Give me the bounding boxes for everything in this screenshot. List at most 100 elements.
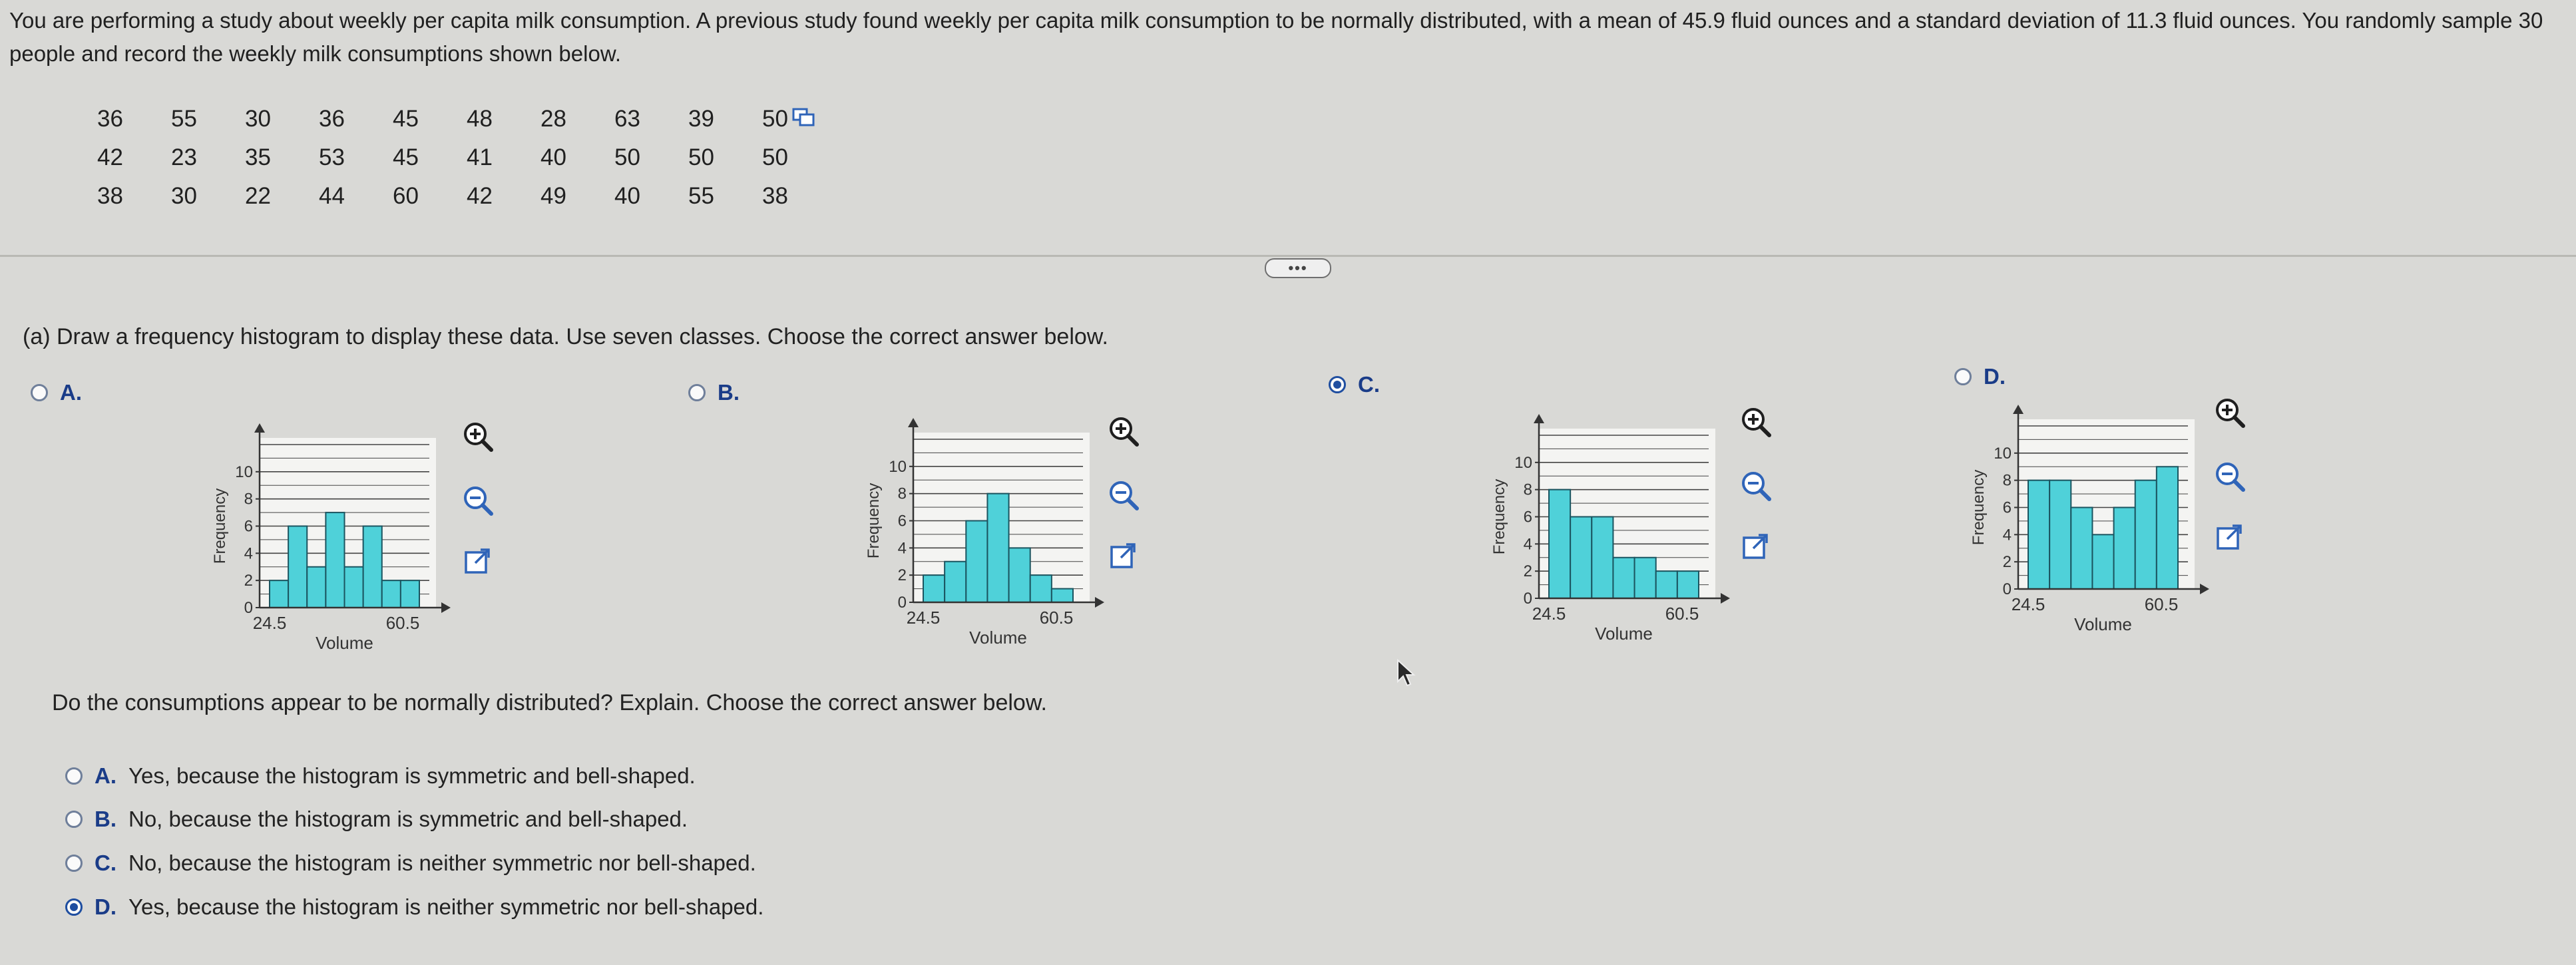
- data-table: 36 55 30 36 45 48 28 63 39 50 42 23 35 53 45 41 40 50 50 50…: [73, 100, 812, 216]
- answer-a-letter: A.: [95, 763, 116, 788]
- y-tick-label: 6: [1524, 508, 1532, 526]
- zoom-out-icon[interactable]: [1105, 477, 1142, 514]
- option-d[interactable]: D.: [1954, 364, 2006, 389]
- data-cell: 30: [245, 106, 271, 132]
- open-new-window-icon[interactable]: [2211, 519, 2249, 556]
- x-tick-label: 60.5: [1040, 608, 1074, 628]
- y-tick-label: 4: [2003, 526, 2012, 544]
- histogram-bar: [343, 566, 364, 608]
- zoom-in-icon[interactable]: [1737, 403, 1775, 441]
- histogram-tools: [1737, 403, 1775, 566]
- option-a-label: A.: [60, 380, 82, 405]
- histogram-option-d: 0 2 4 6 8 10 24.5 60.5 Volume Frequency: [1958, 394, 2245, 650]
- histogram-bar: [2070, 506, 2093, 590]
- y-axis-label: Frequency: [1490, 479, 1508, 554]
- y-tick-label: 10: [235, 463, 253, 481]
- y-tick-label: 10: [1994, 445, 2012, 463]
- section-divider: [0, 255, 2576, 257]
- data-cell: 50: [762, 144, 788, 170]
- copy-icon[interactable]: [792, 108, 816, 131]
- histogram-bar: [2134, 479, 2157, 590]
- answer-b[interactable]: B. No, because the histogram is symmetri…: [65, 807, 688, 832]
- x-tick-label: 60.5: [1665, 604, 1699, 624]
- data-row: 36 55 30 36 45 48 28 63 39 50: [73, 100, 812, 138]
- option-c[interactable]: C.: [1329, 372, 1380, 397]
- zoom-out-icon[interactable]: [1737, 467, 1775, 504]
- y-tick-label: 0: [244, 599, 253, 617]
- option-c-radio[interactable]: [1329, 376, 1346, 393]
- y-tick-label: 0: [2003, 580, 2012, 598]
- answer-a-radio[interactable]: [65, 767, 83, 785]
- histogram-bar: [1633, 556, 1657, 599]
- answer-a[interactable]: A. Yes, because the histogram is symmetr…: [65, 763, 696, 789]
- answer-b-text: No, because the histogram is symmetric a…: [128, 807, 688, 831]
- data-cell: 28: [540, 106, 566, 132]
- expand-more-button[interactable]: •••: [1265, 258, 1331, 278]
- histogram-bar: [1676, 570, 1700, 600]
- data-cell: 49: [540, 183, 566, 209]
- answer-d[interactable]: D. Yes, because the histogram is neither…: [65, 894, 763, 920]
- y-tick-label: 6: [244, 518, 253, 536]
- answer-d-text: Yes, because the histogram is neither sy…: [128, 894, 764, 919]
- y-axis-label: Frequency: [865, 483, 883, 558]
- histogram-bar: [965, 520, 988, 603]
- histogram-option-a: 0 2 4 6 8 10 24.5 60.5 Volume Frequency: [200, 413, 486, 669]
- zoom-in-icon[interactable]: [459, 418, 497, 455]
- answer-b-radio[interactable]: [65, 811, 83, 828]
- data-cell: 36: [319, 106, 345, 132]
- histogram-bar: [1612, 556, 1635, 599]
- histogram-tools: [2211, 394, 2249, 556]
- answer-c[interactable]: C. No, because the histogram is neither …: [65, 851, 756, 876]
- y-tick-label: 0: [898, 594, 907, 612]
- option-b-radio[interactable]: [688, 384, 706, 401]
- answer-d-radio[interactable]: [65, 898, 83, 916]
- open-new-window-icon[interactable]: [459, 543, 497, 580]
- y-tick-label: 4: [898, 539, 907, 557]
- option-c-label: C.: [1358, 372, 1380, 397]
- data-cell: 55: [688, 183, 714, 209]
- answer-a-text: Yes, because the histogram is symmetric …: [128, 763, 696, 788]
- y-tick-label: 4: [244, 544, 253, 562]
- option-b[interactable]: B.: [688, 380, 740, 405]
- y-tick-label: 2: [2003, 553, 2012, 571]
- zoom-in-icon[interactable]: [2211, 394, 2249, 431]
- open-new-window-icon[interactable]: [1737, 528, 1775, 566]
- y-tick-label: 8: [2003, 472, 2012, 490]
- histogram-bar: [923, 574, 946, 604]
- y-tick-label: 6: [898, 512, 907, 530]
- y-tick-label: 8: [1524, 481, 1532, 499]
- data-row: 42 23 35 53 45 41 40 50 50 50: [73, 138, 812, 177]
- option-a-radio[interactable]: [31, 384, 48, 401]
- histogram-bar: [306, 566, 327, 608]
- histogram-bar: [1591, 516, 1614, 599]
- y-tick-label: 0: [1524, 590, 1532, 608]
- y-tick-label: 2: [244, 572, 253, 590]
- option-a[interactable]: A.: [31, 380, 82, 405]
- data-cell: 53: [319, 144, 345, 170]
- y-tick-label: 2: [1524, 562, 1532, 580]
- histogram-bar: [1029, 574, 1052, 604]
- histogram-bar: [399, 580, 420, 609]
- x-tick-label: 24.5: [253, 613, 287, 633]
- answer-d-letter: D.: [95, 894, 116, 919]
- zoom-out-icon[interactable]: [459, 482, 497, 519]
- data-cell: 44: [319, 183, 345, 209]
- data-cell: 39: [688, 106, 714, 132]
- data-row: 38 30 22 44 60 42 49 40 55 38: [73, 177, 812, 216]
- histogram-svg: 0 2 4 6 8 10 24.5 60.5 Volume Frequency: [865, 418, 1104, 648]
- answer-c-radio[interactable]: [65, 855, 83, 872]
- data-cell: 45: [393, 106, 419, 132]
- data-cell: 45: [393, 144, 419, 170]
- histogram-bar: [2091, 534, 2115, 590]
- histogram-bar: [1570, 516, 1593, 599]
- open-new-window-icon[interactable]: [1105, 538, 1142, 575]
- data-cell: 41: [467, 144, 493, 170]
- zoom-out-icon[interactable]: [2211, 458, 2249, 495]
- option-d-radio[interactable]: [1954, 368, 1972, 385]
- data-cell: 35: [245, 144, 271, 170]
- x-axis-label: Volume: [316, 633, 373, 653]
- x-axis-label: Volume: [2074, 614, 2132, 634]
- zoom-in-icon[interactable]: [1105, 413, 1142, 450]
- histogram-tools: [459, 418, 497, 580]
- histogram-bar: [1050, 588, 1074, 604]
